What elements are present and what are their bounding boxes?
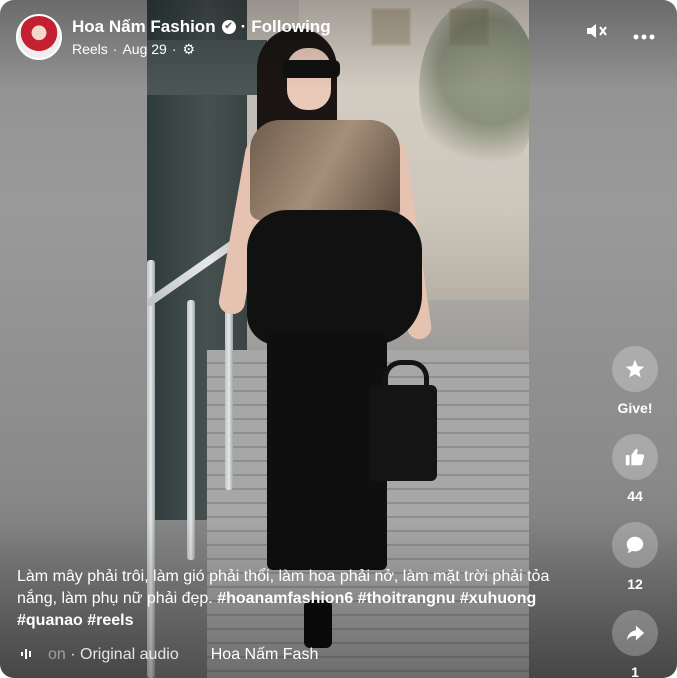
- audio-wave-icon: [20, 647, 34, 664]
- separator: ·: [240, 16, 247, 36]
- comment-icon[interactable]: [612, 522, 658, 568]
- share-icon[interactable]: [612, 610, 658, 656]
- audio-faded-text: on: [48, 646, 66, 663]
- caption: Làm mây phải trôi, làm gió phải thổi, là…: [17, 566, 577, 632]
- give-label: Give!: [617, 400, 653, 416]
- action-rail: Give! 44 12 1: [611, 346, 659, 678]
- reel-container[interactable]: Hoa Nấm Fashion ✔ · Following Reels · Au…: [0, 0, 677, 678]
- share-count: 1: [631, 664, 639, 678]
- give-star-button[interactable]: Give!: [612, 346, 658, 416]
- speaker-muted-icon[interactable]: [585, 21, 611, 46]
- page-name[interactable]: Hoa Nấm Fashion: [72, 17, 216, 37]
- verified-icon: ✔: [221, 19, 236, 34]
- post-date[interactable]: Aug 29: [122, 41, 166, 57]
- comment-button[interactable]: 12: [612, 522, 658, 592]
- audio-footer[interactable]: on · Original audio Hoa Nấm Fash: [20, 646, 318, 664]
- share-button[interactable]: 1: [612, 610, 658, 678]
- like-icon[interactable]: [612, 434, 658, 480]
- post-type: Reels: [72, 41, 108, 57]
- comment-count: 12: [627, 576, 643, 592]
- model-top: [250, 120, 400, 220]
- like-button[interactable]: 44: [612, 434, 658, 504]
- star-icon[interactable]: [612, 346, 658, 392]
- handrail-post: [225, 290, 233, 490]
- gear-icon[interactable]: ⚙: [183, 41, 196, 58]
- top-controls: [585, 20, 655, 46]
- more-icon[interactable]: [633, 20, 655, 46]
- audio-label[interactable]: · Original audio: [70, 646, 179, 663]
- avatar[interactable]: [16, 14, 62, 60]
- separator: ·: [112, 41, 118, 57]
- model-peplum: [247, 210, 422, 345]
- audio-creator[interactable]: Hoa Nấm Fash: [211, 646, 319, 664]
- following-button[interactable]: Following: [251, 17, 330, 37]
- separator: ·: [171, 41, 177, 57]
- like-count: 44: [627, 488, 643, 504]
- handbag: [369, 385, 437, 481]
- reel-header: Hoa Nấm Fashion ✔ · Following Reels · Au…: [16, 14, 331, 60]
- header-text: Hoa Nấm Fashion ✔ · Following Reels · Au…: [72, 17, 331, 58]
